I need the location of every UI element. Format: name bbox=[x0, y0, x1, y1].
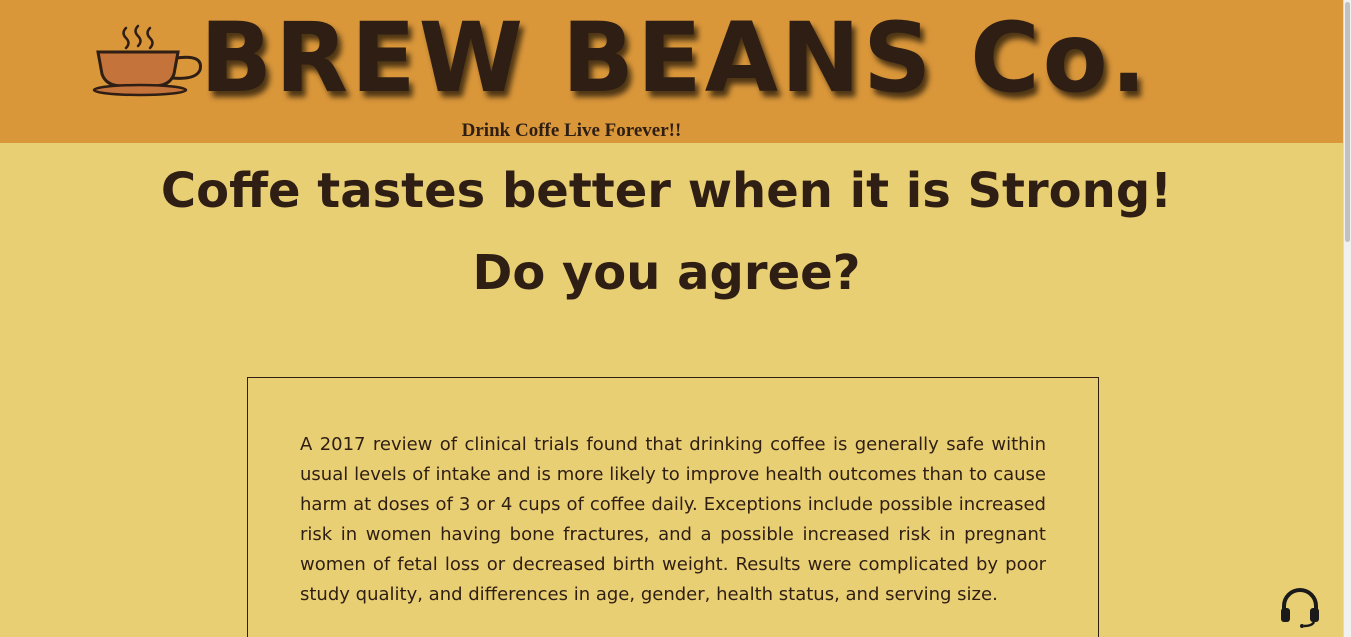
hero-headline-prefix: Coffe tastes better when it is bbox=[160, 163, 968, 219]
page-scrollbar[interactable] bbox=[1343, 0, 1351, 637]
brand-title: BREW BEANS Co. bbox=[200, 2, 1150, 114]
hero-subhead: Do you agree? bbox=[472, 245, 861, 301]
hero-headline-strong: Strong! bbox=[967, 163, 1173, 219]
coffee-cup-icon bbox=[92, 24, 202, 97]
info-box: A 2017 review of clinical trials found t… bbox=[247, 377, 1099, 637]
headset-icon[interactable] bbox=[1278, 584, 1322, 628]
hero-headline: Coffe tastes better when it is Strong! bbox=[0, 156, 1343, 226]
page: BREW BEANS Co. Drink Coffe Live Forever!… bbox=[0, 0, 1343, 637]
tagline: Drink Coffe Live Forever!! bbox=[461, 120, 682, 141]
scrollbar-thumb[interactable] bbox=[1345, 2, 1350, 242]
site-header: BREW BEANS Co. Drink Coffe Live Forever!… bbox=[0, 0, 1343, 143]
info-paragraph: A 2017 review of clinical trials found t… bbox=[300, 434, 1046, 605]
